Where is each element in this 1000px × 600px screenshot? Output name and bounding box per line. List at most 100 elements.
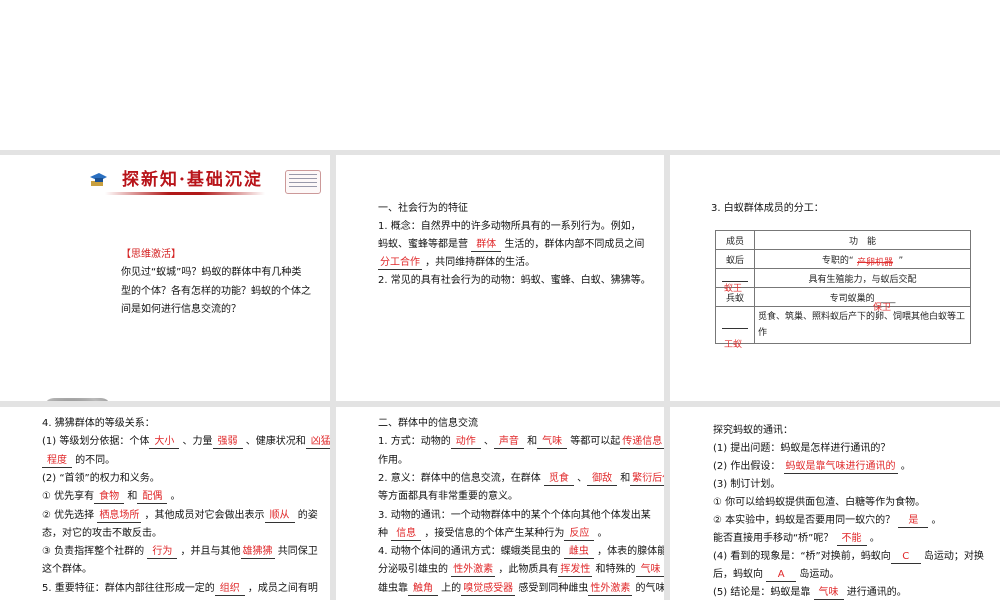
text-segment: ，成员之间有明 <box>244 582 318 594</box>
header-member: 成员 <box>715 230 755 250</box>
text-segment: 和特殊的 <box>592 564 636 576</box>
fill-in-answer: 分工合作 <box>378 257 422 270</box>
slide-4[interactable]: 4. 狒狒群体的等级关系： (1) 等级划分依据：个体 大小 、力量 强弱 、健康状况… <box>0 407 330 600</box>
slide-1[interactable]: 探新知·基础沉淀 【思维激活】 你见过“蚁城”吗？蚂蚁的群体中有几种类 型的个体… <box>0 155 330 401</box>
text-segment: ② 本实验中，蚂蚁是否要用同一蚁穴的？ <box>713 515 899 526</box>
slide-3[interactable]: 3. 白蚁群体成员的分工： 成员 功 能 蚁后 专职的“ ” 产卵机器 蚁王 具有… <box>670 155 1000 401</box>
member-cell: 兵蚁 <box>715 287 755 307</box>
text-line: ② 本实验中，蚂蚁是否要用同一蚁穴的？ 是 。 <box>713 514 942 528</box>
fill-in-answer: 性外激素 <box>588 582 633 596</box>
text-segment: 和 <box>124 491 138 503</box>
fill-in-answer: 挥发性 <box>558 564 593 578</box>
slide-5[interactable]: 二、群体中的信息交流 1. 方式：动物的 动作 、声音 和气味 等都可以起 传递信息 … <box>336 407 664 600</box>
text-segment: 2. 意义：群体中的信息交流，在群体 <box>378 472 544 484</box>
fill-in-answer: 雄狒狒 <box>240 546 275 560</box>
text-segment: 一、社会行为的特征 <box>378 203 468 214</box>
text-line: 4. 狒狒群体的等级关系： <box>42 417 155 431</box>
text-segment: ② 优先选择 <box>42 509 98 521</box>
text-segment: 雄虫靠 <box>378 582 408 594</box>
answer-text: 工蚁 <box>724 340 743 350</box>
text-segment: 5. 重要特征：群体内部往往形成一定的 <box>42 582 215 594</box>
text-line: 雄虫靠 触角 上的 嗅觉感受器 感受到同种雌虫 性外激素 的气味 <box>378 582 664 596</box>
text-line: 1. 方式：动物的动作 、声音 和气味 等都可以起传递信息 的 <box>378 435 664 450</box>
header-function: 功 能 <box>754 230 971 250</box>
text-segment: 后，蚂蚁向 <box>713 569 767 580</box>
fill-in-answer: 程度 <box>42 455 72 468</box>
text-segment: 作用。 <box>378 454 408 466</box>
text-segment: 的姿 <box>294 509 318 521</box>
slide-2[interactable]: 一、社会行为的特征 1. 概念：自然界中的许多动物所具有的一系列行为。例如， 蚂蚁、… <box>336 155 664 401</box>
termite-division-table: 成员 功 能 蚁后 专职的“ ” 产卵机器 蚁王 具有生殖能力，与蚁后交配 兵蚁 … <box>715 230 971 350</box>
table-row: 工蚁 觅食、筑巢、照料蚁后产下的卵、饲喂其他白蚁等工作 <box>715 306 971 350</box>
fill-in-answer: 气味 <box>537 436 568 450</box>
member-cell: 工蚁 <box>715 306 755 350</box>
fill-in-answer: 是 <box>898 515 929 528</box>
member-cell: 蚁王 <box>715 268 755 294</box>
text-segment: 和 <box>523 436 538 448</box>
text-segment: 的不同。 <box>72 454 116 466</box>
text-segment: ① 你可以给蚂蚁提供面包渣、白糖等作为食物。 <box>713 497 926 508</box>
thinking-label: 【思维激活】 <box>121 249 181 260</box>
slide-6[interactable]: 探究蚂蚁的通讯： (1) 提出问题：蚂蚁是怎样进行通讯的？ (2) 作出假设： 蚂蚁… <box>670 407 1000 600</box>
fill-in-answer: 强弱 <box>212 436 243 450</box>
text-segment: (4) 看到的现象是：“桥”对换前，蚂蚁向 <box>713 551 891 562</box>
text-line: 态，对它的攻击不敢反击。 <box>42 527 162 541</box>
text-segment: 等方面都具有非常重要的意义。 <box>378 491 518 503</box>
text-line: 分泌吸引雄虫的 性外激素 ，此物质具有 挥发性 和特殊的 气味 <box>378 563 664 578</box>
fill-in-answer: 组织 <box>214 583 245 596</box>
text-line: (2) “首领”的权力和义务。 <box>42 472 160 486</box>
slide-heading: 3. 白蚁群体成员的分工： <box>711 203 824 214</box>
fill-in-answer: 动作 <box>450 436 481 450</box>
fill-in-answer: A <box>766 569 797 582</box>
fill-in-answer: 凶猛 <box>305 436 330 450</box>
text-segment: 。 <box>866 533 880 544</box>
text-line: 5. 重要特征：群体内部往往形成一定的 组织 ，成员之间有明 <box>42 582 318 596</box>
text-segment: ，体表的腺体能 <box>593 546 664 558</box>
question-line: 型的个体？各有怎样的功能？蚂蚁的个体之 <box>121 286 311 297</box>
fill-in-answer: 反应 <box>564 528 595 541</box>
text-segment: 、健康状况和 <box>242 436 306 448</box>
fill-in-answer: 传递信息 <box>620 436 664 450</box>
text-segment: 上的 <box>438 582 462 594</box>
fill-in-answer: 行为 <box>147 546 178 560</box>
text-segment: 种 <box>378 527 392 539</box>
text-segment: ，接受信息的个体产生某种行为 <box>421 527 565 539</box>
ant-nest-photo <box>44 398 111 401</box>
text-line: 种 信息 ，接受信息的个体产生某种行为 反应 。 <box>378 527 608 541</box>
fill-in-answer: 觅食 <box>543 473 574 486</box>
text-segment: 1. 方式：动物的 <box>378 436 451 448</box>
fill-in-answer: C <box>890 551 921 564</box>
text-segment: 的气味 <box>632 582 664 594</box>
text-segment: 。 <box>594 527 608 539</box>
text-line: 二、群体中的信息交流 <box>378 417 478 431</box>
text-segment: 蚂蚁、蜜蜂等都是营 <box>378 239 472 250</box>
fill-in-answer: 御敌 <box>587 473 618 486</box>
text-segment: ，其他成员对它会做出表示 <box>141 509 265 521</box>
text-line: 分工合作 ，共同维持群体的生活。 <box>378 256 535 270</box>
text-segment: 感受到同种雌虫 <box>515 582 589 594</box>
fill-in-answer: 顺从 <box>264 510 295 523</box>
text-segment: (1) 等级划分依据：个体 <box>42 436 150 448</box>
fill-in-answer: 嗅觉感受器 <box>461 582 516 596</box>
text-line: 3. 动物的通讯：一个动物群体中的某个个体向其他个体发出某 <box>378 509 651 523</box>
fill-in-answer: 不能 <box>836 533 867 546</box>
function-cell: 专职的“ ” 产卵机器 <box>754 249 971 269</box>
text-segment: 二、群体中的信息交流 <box>378 418 478 429</box>
text-segment: 2. 常见的具有社会行为的动物：蚂蚁、蜜蜂、白蚁、狒狒等。 <box>378 275 651 286</box>
text-segment: (1) 提出问题：蚂蚁是怎样进行通讯的？ <box>713 443 891 454</box>
text-line: (5) 结论是：蚂蚁是靠 气味 进行通讯的。 <box>713 586 907 600</box>
text-segment: 岛运动。 <box>796 569 840 580</box>
text-segment: 。 <box>897 461 911 472</box>
text-segment: 4. 动物个体间的通讯方式：蝶蛾类昆虫的 <box>378 546 564 558</box>
text-segment: 4. 狒狒群体的等级关系： <box>42 418 155 429</box>
text-segment: 、力量 <box>179 436 213 448</box>
fill-in-answer: 繁衍后代 <box>630 473 664 486</box>
text-line: (4) 看到的现象是：“桥”对换前，蚂蚁向 C 岛运动；对换 <box>713 550 984 564</box>
text-segment: (3) 制订计划。 <box>713 479 781 490</box>
table-row: 兵蚁 专司蚁巢的 ____ 保卫 <box>715 287 971 313</box>
fill-in-answer: 食物 <box>94 491 125 505</box>
graduation-cap-icon <box>90 173 107 186</box>
text-segment: 共同保卫 <box>274 546 318 558</box>
text-line: ① 优先享有 食物 和配偶 。 <box>42 490 181 505</box>
fill-in-answer: 大小 <box>149 436 180 450</box>
